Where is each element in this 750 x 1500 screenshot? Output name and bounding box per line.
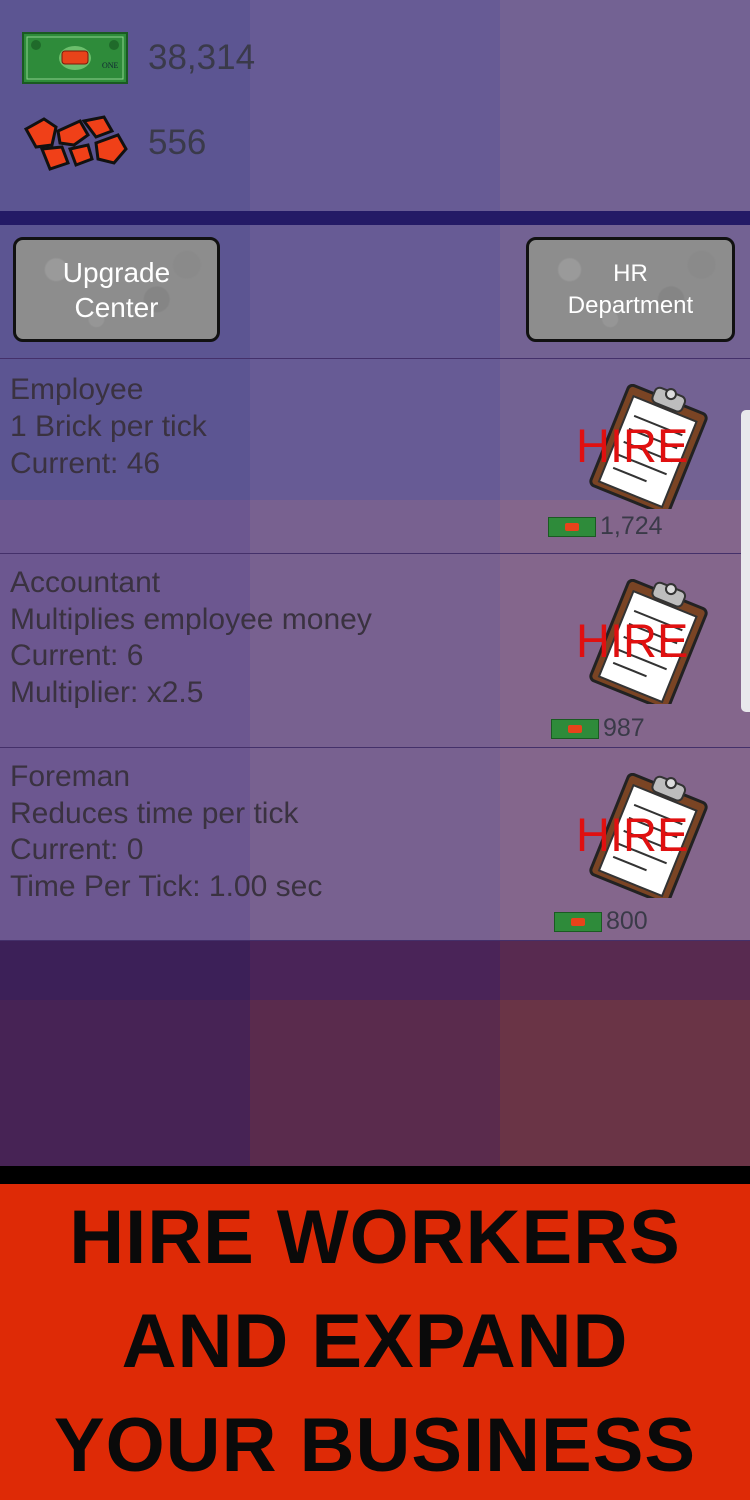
- hire-label: HIRE: [576, 419, 689, 472]
- job-title: Employee: [10, 373, 144, 406]
- hr-label-line2: Department: [567, 291, 694, 319]
- job-card-employee: Employee 1 Brick per tick Current: 46 HI…: [0, 358, 750, 553]
- job-info: Accountant Multiplies employee money Cur…: [10, 565, 372, 711]
- job-info: Employee 1 Brick per tick Current: 46: [10, 371, 207, 482]
- job-card-foreman: Foreman Reduces time per tick Current: 0…: [0, 747, 750, 941]
- money-value: 38,314: [148, 38, 256, 77]
- hr-label-line1: HR: [613, 259, 648, 287]
- banner-line-1: HIRE WORKERS: [69, 1195, 681, 1280]
- job-cost: 800: [554, 907, 648, 936]
- scrollbar[interactable]: [741, 410, 750, 712]
- job-current: Current: 6: [10, 639, 144, 672]
- upgrade-center-button[interactable]: Upgrade Center: [13, 237, 220, 342]
- cost-value: 987: [603, 714, 645, 742]
- dollar-bill-icon: [548, 516, 596, 537]
- job-title: Foreman: [10, 760, 131, 793]
- hr-department-button[interactable]: HR Department: [526, 237, 735, 342]
- job-card-accountant: Accountant Multiplies employee money Cur…: [0, 553, 750, 748]
- job-title: Accountant: [10, 566, 161, 599]
- dollar-bill-icon: [551, 718, 599, 739]
- svg-text:ONE: ONE: [102, 61, 119, 70]
- money-row: ONE 38,314: [22, 32, 255, 84]
- dollar-bill-icon: ONE: [22, 32, 128, 84]
- hire-accountant-button[interactable]: HIRE: [576, 579, 710, 704]
- banner-border: [0, 1166, 750, 1184]
- promo-banner: HIRE WORKERS AND EXPAND YOUR BUSINESS: [0, 1184, 750, 1500]
- job-current: Current: 0: [10, 833, 144, 866]
- job-cost: 1,724: [548, 512, 663, 541]
- job-cost: 987: [551, 714, 645, 743]
- bricks-value: 556: [148, 123, 207, 162]
- hire-label: HIRE: [576, 808, 689, 861]
- bricks-icon: [23, 115, 128, 171]
- dollar-bill-icon: [554, 911, 602, 932]
- banner-line-2: AND EXPAND: [121, 1299, 629, 1384]
- divider: [0, 211, 750, 225]
- job-current: Current: 46: [10, 447, 161, 480]
- banner-line-3: YOUR BUSINESS: [53, 1403, 697, 1488]
- upgrade-label-line2: Center: [74, 291, 159, 323]
- job-extra: Time Per Tick: 1.00 sec: [10, 869, 323, 903]
- bricks-row: 556: [22, 115, 206, 171]
- job-info: Foreman Reduces time per tick Current: 0…: [10, 759, 322, 905]
- upgrade-label-line1: Upgrade: [62, 256, 171, 288]
- hire-label: HIRE: [576, 614, 689, 667]
- cost-value: 800: [606, 907, 648, 935]
- job-description: Multiplies employee money: [10, 602, 372, 636]
- job-description: 1 Brick per tick: [10, 410, 207, 443]
- hire-foreman-button[interactable]: HIRE: [576, 773, 710, 898]
- cost-value: 1,724: [600, 512, 663, 540]
- job-description: Reduces time per tick: [10, 796, 299, 830]
- currency-panel: ONE 38,314 556: [0, 0, 750, 212]
- job-extra: Multiplier: x2.5: [10, 675, 204, 709]
- hire-employee-button[interactable]: HIRE: [576, 384, 710, 509]
